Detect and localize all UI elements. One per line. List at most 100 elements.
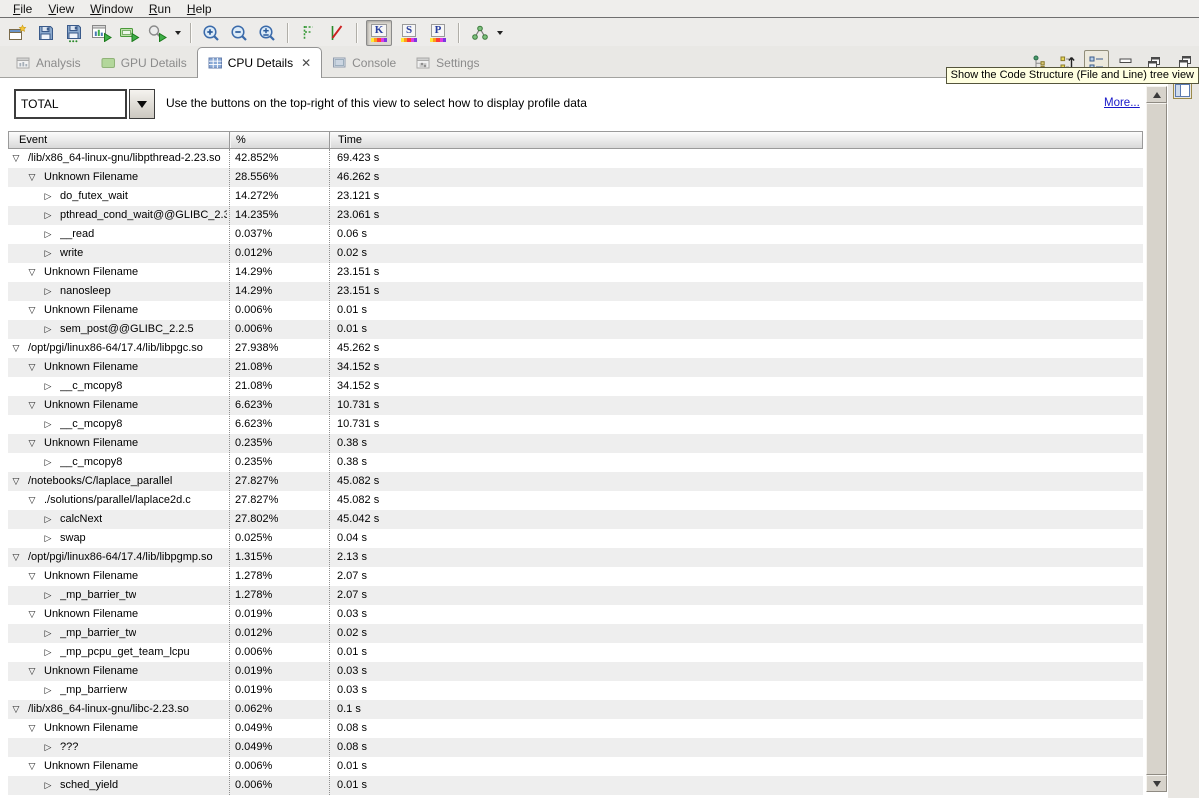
table-row[interactable]: ▷__read0.037%0.06 s (8, 225, 1143, 244)
table-row[interactable]: ▽Unknown Filename1.278%2.07 s (8, 567, 1143, 586)
collapse-toggle-icon[interactable]: ▽ (26, 719, 38, 738)
call-tree-dropdown-caret[interactable] (497, 31, 503, 35)
save-all-button[interactable] (60, 20, 87, 46)
table-row[interactable]: ▷sem_post@@GLIBC_2.2.50.006%0.01 s (8, 320, 1143, 339)
expand-toggle-icon[interactable]: ▷ (42, 681, 54, 700)
zoom-out-button[interactable] (226, 20, 253, 46)
table-row[interactable]: ▷swap0.025%0.04 s (8, 529, 1143, 548)
table-row[interactable]: ▷_mp_pcpu_get_team_lcpu0.006%0.01 s (8, 643, 1143, 662)
expand-toggle-icon[interactable]: ▷ (42, 282, 54, 301)
source-mode-button[interactable]: S (397, 21, 421, 45)
column-header-event[interactable]: Event (19, 132, 47, 148)
mark-region-button[interactable] (295, 20, 322, 46)
new-window-button[interactable] (4, 20, 31, 46)
event-selector-dropdown-button[interactable] (129, 89, 155, 119)
tab-cpu-details[interactable]: CPU Details ✕ (197, 47, 322, 78)
collapse-toggle-icon[interactable]: ▽ (10, 149, 22, 168)
import-profile-button[interactable] (116, 20, 143, 46)
expand-toggle-icon[interactable]: ▷ (42, 624, 54, 643)
table-row[interactable]: ▽/lib/x86_64-linux-gnu/libc-2.23.so0.062… (8, 700, 1143, 719)
table-row[interactable]: ▷calcNext27.802%45.042 s (8, 510, 1143, 529)
collapse-toggle-icon[interactable]: ▽ (26, 358, 38, 377)
collapse-toggle-icon[interactable]: ▽ (10, 548, 22, 567)
scroll-up-button[interactable] (1146, 86, 1167, 103)
expand-toggle-icon[interactable]: ▷ (42, 453, 54, 472)
table-row[interactable]: ▽/opt/pgi/linux86-64/17.4/lib/libpgmp.so… (8, 548, 1143, 567)
expand-toggle-icon[interactable]: ▷ (42, 738, 54, 757)
table-row[interactable]: ▽Unknown Filename0.006%0.01 s (8, 301, 1143, 320)
tab-gpu-details[interactable]: GPU Details (91, 49, 197, 77)
collapse-toggle-icon[interactable]: ▽ (26, 396, 38, 415)
fast-view-button[interactable] (1173, 82, 1192, 104)
table-row[interactable]: ▽Unknown Filename0.006%0.01 s (8, 757, 1143, 776)
profile-application-button[interactable] (88, 20, 115, 46)
table-row[interactable]: ▽./solutions/parallel/laplace2d.c27.827%… (8, 491, 1143, 510)
expand-toggle-icon[interactable]: ▷ (42, 187, 54, 206)
table-row[interactable]: ▽Unknown Filename0.235%0.38 s (8, 434, 1143, 453)
table-row[interactable]: ▷__c_mcopy86.623%10.731 s (8, 415, 1143, 434)
collapse-toggle-icon[interactable]: ▽ (26, 567, 38, 586)
table-row[interactable]: ▽Unknown Filename21.08%34.152 s (8, 358, 1143, 377)
tab-settings[interactable]: Settings (406, 49, 489, 77)
zoom-in-button[interactable] (198, 20, 225, 46)
column-header-time[interactable]: Time (338, 132, 362, 148)
menu-window[interactable]: Window (83, 1, 142, 17)
scroll-down-button[interactable] (1146, 775, 1167, 792)
expand-toggle-icon[interactable]: ▷ (42, 377, 54, 396)
expand-toggle-icon[interactable]: ▷ (42, 320, 54, 339)
menu-file[interactable]: File (6, 1, 41, 17)
unmark-region-button[interactable] (323, 20, 350, 46)
event-selector-value[interactable]: TOTAL (14, 89, 127, 119)
table-row[interactable]: ▽Unknown Filename14.29%23.151 s (8, 263, 1143, 282)
table-row[interactable]: ▷_mp_barrier_tw1.278%2.07 s (8, 586, 1143, 605)
menu-view[interactable]: View (41, 1, 83, 17)
browse-profile-button[interactable] (144, 20, 171, 46)
zoom-reset-button[interactable] (254, 20, 281, 46)
collapse-toggle-icon[interactable]: ▽ (10, 339, 22, 358)
table-row[interactable]: ▷???0.049%0.08 s (8, 738, 1143, 757)
expand-toggle-icon[interactable]: ▷ (42, 510, 54, 529)
expand-toggle-icon[interactable]: ▷ (42, 776, 54, 795)
collapse-toggle-icon[interactable]: ▽ (26, 662, 38, 681)
collapse-toggle-icon[interactable]: ▽ (26, 301, 38, 320)
table-row[interactable]: ▷_mp_barrierw0.019%0.03 s (8, 681, 1143, 700)
collapse-toggle-icon[interactable]: ▽ (26, 434, 38, 453)
kernel-mode-button[interactable]: K (366, 20, 392, 46)
table-row[interactable]: ▷__c_mcopy821.08%34.152 s (8, 377, 1143, 396)
table-row[interactable]: ▷__c_mcopy80.235%0.38 s (8, 453, 1143, 472)
expand-toggle-icon[interactable]: ▷ (42, 529, 54, 548)
column-header-percent[interactable]: % (236, 132, 246, 148)
table-row[interactable]: ▷write0.012%0.02 s (8, 244, 1143, 263)
collapse-toggle-icon[interactable]: ▽ (26, 263, 38, 282)
menu-run[interactable]: Run (142, 1, 180, 17)
table-row[interactable]: ▷nanosleep14.29%23.151 s (8, 282, 1143, 301)
collapse-toggle-icon[interactable]: ▽ (26, 491, 38, 510)
table-row[interactable]: ▽/opt/pgi/linux86-64/17.4/lib/libpgc.so2… (8, 339, 1143, 358)
profile-mode-button[interactable]: P (426, 21, 450, 45)
expand-toggle-icon[interactable]: ▷ (42, 586, 54, 605)
expand-toggle-icon[interactable]: ▷ (42, 244, 54, 263)
table-row[interactable]: ▽Unknown Filename0.019%0.03 s (8, 662, 1143, 681)
tab-console[interactable]: Console (322, 49, 406, 77)
table-row[interactable]: ▷do_futex_wait14.272%23.121 s (8, 187, 1143, 206)
collapse-toggle-icon[interactable]: ▽ (10, 472, 22, 491)
table-row[interactable]: ▽/notebooks/C/laplace_parallel27.827%45.… (8, 472, 1143, 491)
collapse-toggle-icon[interactable]: ▽ (26, 757, 38, 776)
table-row[interactable]: ▽/lib/x86_64-linux-gnu/libpthread-2.23.s… (8, 149, 1143, 168)
tab-analysis[interactable]: Analysis (6, 49, 91, 77)
expand-toggle-icon[interactable]: ▷ (42, 415, 54, 434)
expand-toggle-icon[interactable]: ▷ (42, 206, 54, 225)
column-divider[interactable] (329, 132, 330, 148)
vertical-scrollbar[interactable] (1146, 86, 1167, 792)
table-row[interactable]: ▷pthread_cond_wait@@GLIBC_2.314.235%23.0… (8, 206, 1143, 225)
expand-toggle-icon[interactable]: ▷ (42, 225, 54, 244)
column-divider[interactable] (229, 132, 230, 148)
table-row[interactable]: ▽Unknown Filename0.049%0.08 s (8, 719, 1143, 738)
collapse-toggle-icon[interactable]: ▽ (26, 168, 38, 187)
table-row[interactable]: ▽Unknown Filename0.019%0.03 s (8, 605, 1143, 624)
menu-help[interactable]: Help (180, 1, 221, 17)
scrollbar-thumb[interactable] (1146, 103, 1167, 775)
table-row[interactable]: ▷sched_yield0.006%0.01 s (8, 776, 1143, 795)
collapse-toggle-icon[interactable]: ▽ (10, 700, 22, 719)
table-row[interactable]: ▽Unknown Filename6.623%10.731 s (8, 396, 1143, 415)
